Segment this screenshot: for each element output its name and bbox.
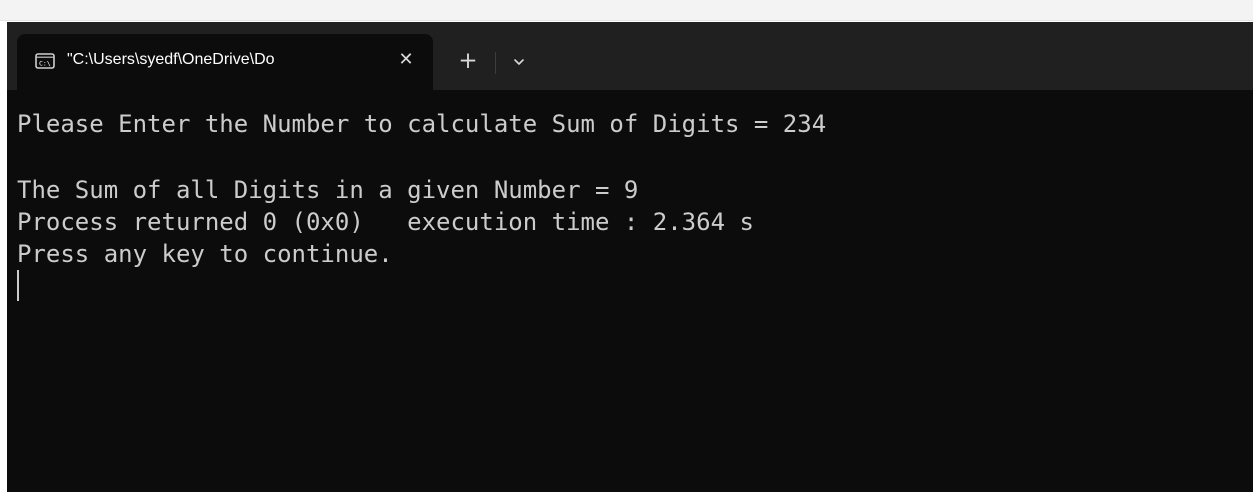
new-tab-button[interactable]: + bbox=[453, 46, 483, 76]
terminal-line-prompt: Please Enter the Number to calculate Sum… bbox=[17, 110, 827, 138]
terminal-window: C:\ "C:\Users\syedf\OneDrive\Do ✕ + Plea… bbox=[7, 22, 1253, 492]
tab-separator bbox=[495, 52, 496, 74]
terminal-line-press-any-key: Press any key to continue. bbox=[17, 240, 393, 268]
terminal-line-process-returned: Process returned 0 (0x0) execution time … bbox=[17, 208, 754, 236]
screenshot: C:\ "C:\Users\syedf\OneDrive\Do ✕ + Plea… bbox=[0, 0, 1253, 492]
close-icon[interactable]: ✕ bbox=[392, 46, 420, 74]
text-cursor bbox=[17, 270, 19, 301]
terminal-line-result: The Sum of all Digits in a given Number … bbox=[17, 176, 639, 204]
window-top-strip bbox=[0, 0, 1253, 21]
terminal-output[interactable]: Please Enter the Number to calculate Sum… bbox=[7, 90, 1253, 492]
console-icon: C:\ bbox=[35, 53, 55, 69]
svg-text:C:\: C:\ bbox=[39, 60, 51, 68]
tab-command-prompt[interactable]: C:\ "C:\Users\syedf\OneDrive\Do ✕ bbox=[17, 34, 433, 90]
tab-title: "C:\Users\syedf\OneDrive\Do bbox=[67, 51, 275, 68]
chevron-down-icon[interactable] bbox=[505, 48, 533, 76]
tab-bar: C:\ "C:\Users\syedf\OneDrive\Do ✕ + bbox=[7, 22, 1253, 90]
